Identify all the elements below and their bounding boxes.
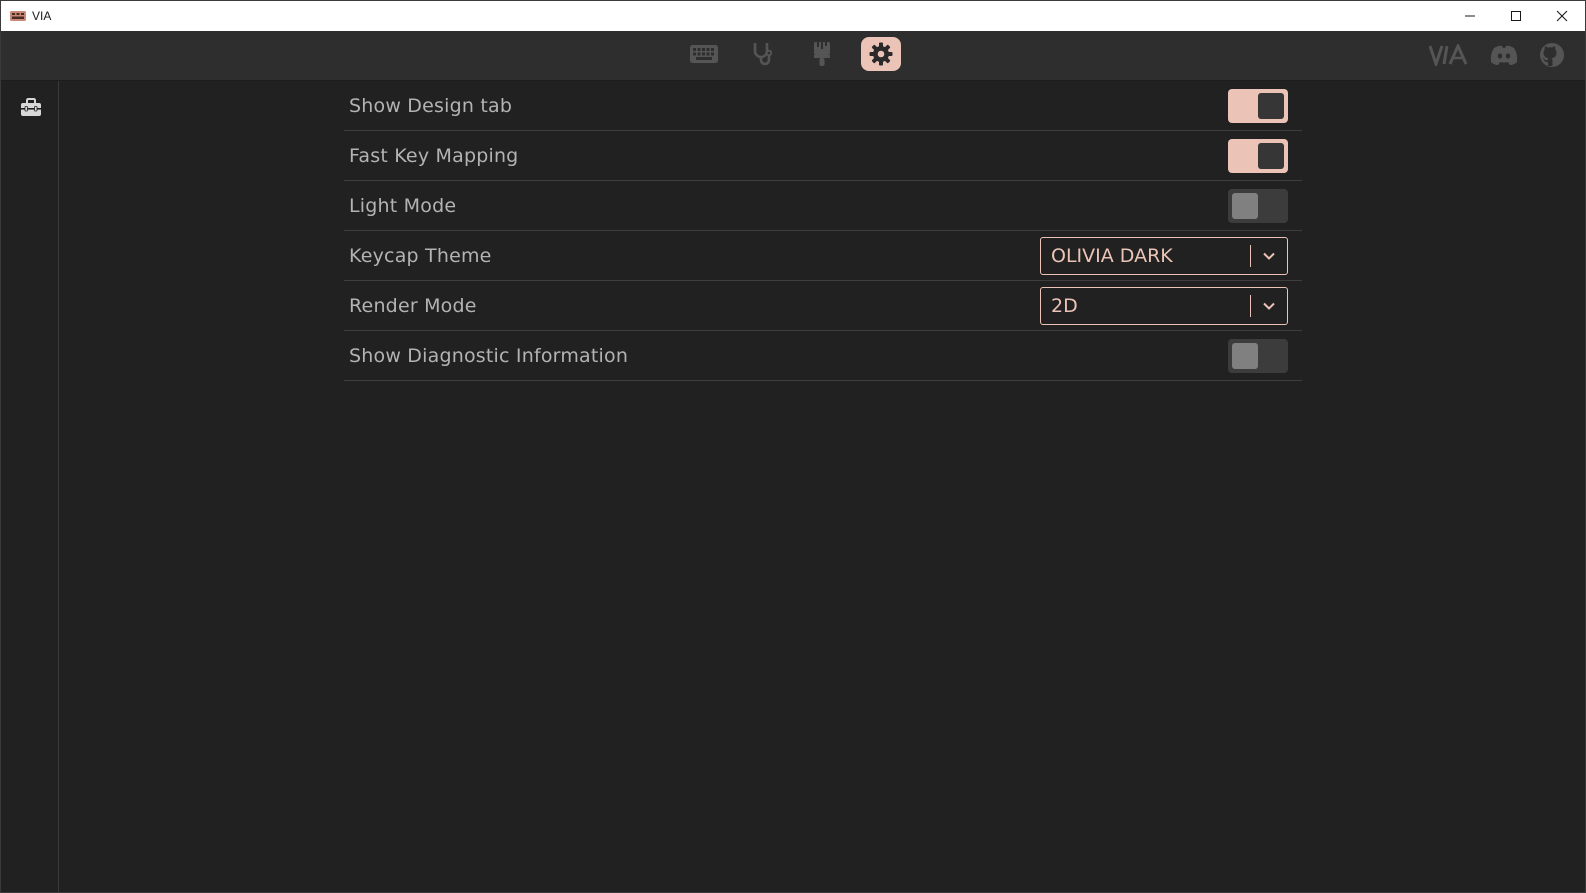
via-logo-link[interactable] (1429, 41, 1469, 69)
external-links (1409, 41, 1565, 69)
minimize-button[interactable] (1447, 1, 1493, 31)
tab-configure[interactable] (684, 37, 724, 71)
paintbrush-icon (814, 42, 830, 66)
minimize-icon (1465, 15, 1475, 17)
close-button[interactable] (1539, 1, 1585, 31)
setting-row-keycap-theme: Keycap Theme OLIVIA DARK (344, 231, 1302, 281)
gear-icon (869, 42, 893, 66)
setting-row-show-diagnostic-information: Show Diagnostic Information (344, 331, 1302, 381)
setting-row-fast-key-mapping: Fast Key Mapping (344, 131, 1302, 181)
toggle-knob (1258, 142, 1284, 169)
tab-settings[interactable] (861, 37, 901, 71)
settings-panel: Show Design tab Fast Key Mapping Light M… (344, 81, 1302, 381)
setting-label: Show Diagnostic Information (349, 344, 629, 367)
render-mode-select[interactable]: 2D (1040, 286, 1288, 325)
setting-label: Fast Key Mapping (349, 144, 519, 167)
fast-key-mapping-toggle[interactable] (1228, 138, 1288, 173)
via-logo-icon (1429, 44, 1468, 66)
select-value: 2D (1051, 294, 1078, 317)
setting-row-show-design-tab: Show Design tab (344, 81, 1302, 131)
setting-row-light-mode: Light Mode (344, 181, 1302, 231)
github-link[interactable] (1539, 41, 1565, 69)
tab-test[interactable] (743, 37, 783, 71)
setting-label: Render Mode (349, 294, 477, 317)
window-title: VIA (32, 9, 52, 23)
show-diagnostic-information-toggle[interactable] (1228, 338, 1288, 373)
setting-row-render-mode: Render Mode 2D (344, 281, 1302, 331)
window-controls (1447, 1, 1585, 31)
close-icon (1556, 10, 1568, 22)
main-nav (684, 37, 920, 71)
setting-label: Keycap Theme (349, 244, 492, 267)
maximize-icon (1511, 11, 1521, 21)
sidebar (1, 81, 59, 892)
setting-label: Light Mode (349, 194, 457, 217)
top-menu-bar (1, 31, 1585, 81)
light-mode-toggle[interactable] (1228, 188, 1288, 223)
toggle-knob (1232, 192, 1258, 219)
sidebar-item-general[interactable] (20, 97, 42, 119)
keyboard-icon (690, 45, 718, 63)
discord-icon (1490, 45, 1518, 65)
discord-link[interactable] (1489, 41, 1519, 69)
select-value: OLIVIA DARK (1051, 244, 1173, 267)
toggle-knob (1258, 92, 1284, 119)
toolbox-icon (21, 98, 41, 116)
app-window: VIA Show Design tab Fast Key Mapping Lig… (0, 0, 1586, 893)
tab-design[interactable] (802, 37, 842, 71)
maximize-button[interactable] (1493, 1, 1539, 31)
chevron-down-icon[interactable] (1251, 288, 1287, 324)
show-design-tab-toggle[interactable] (1228, 88, 1288, 123)
keycap-theme-select[interactable]: OLIVIA DARK (1040, 236, 1288, 275)
github-icon (1540, 43, 1564, 67)
chevron-down-icon[interactable] (1251, 238, 1287, 274)
title-bar: VIA (1, 1, 1585, 31)
setting-label: Show Design tab (349, 94, 513, 117)
via-app-icon (10, 10, 26, 22)
stethoscope-icon (753, 43, 773, 66)
toggle-knob (1232, 342, 1258, 369)
